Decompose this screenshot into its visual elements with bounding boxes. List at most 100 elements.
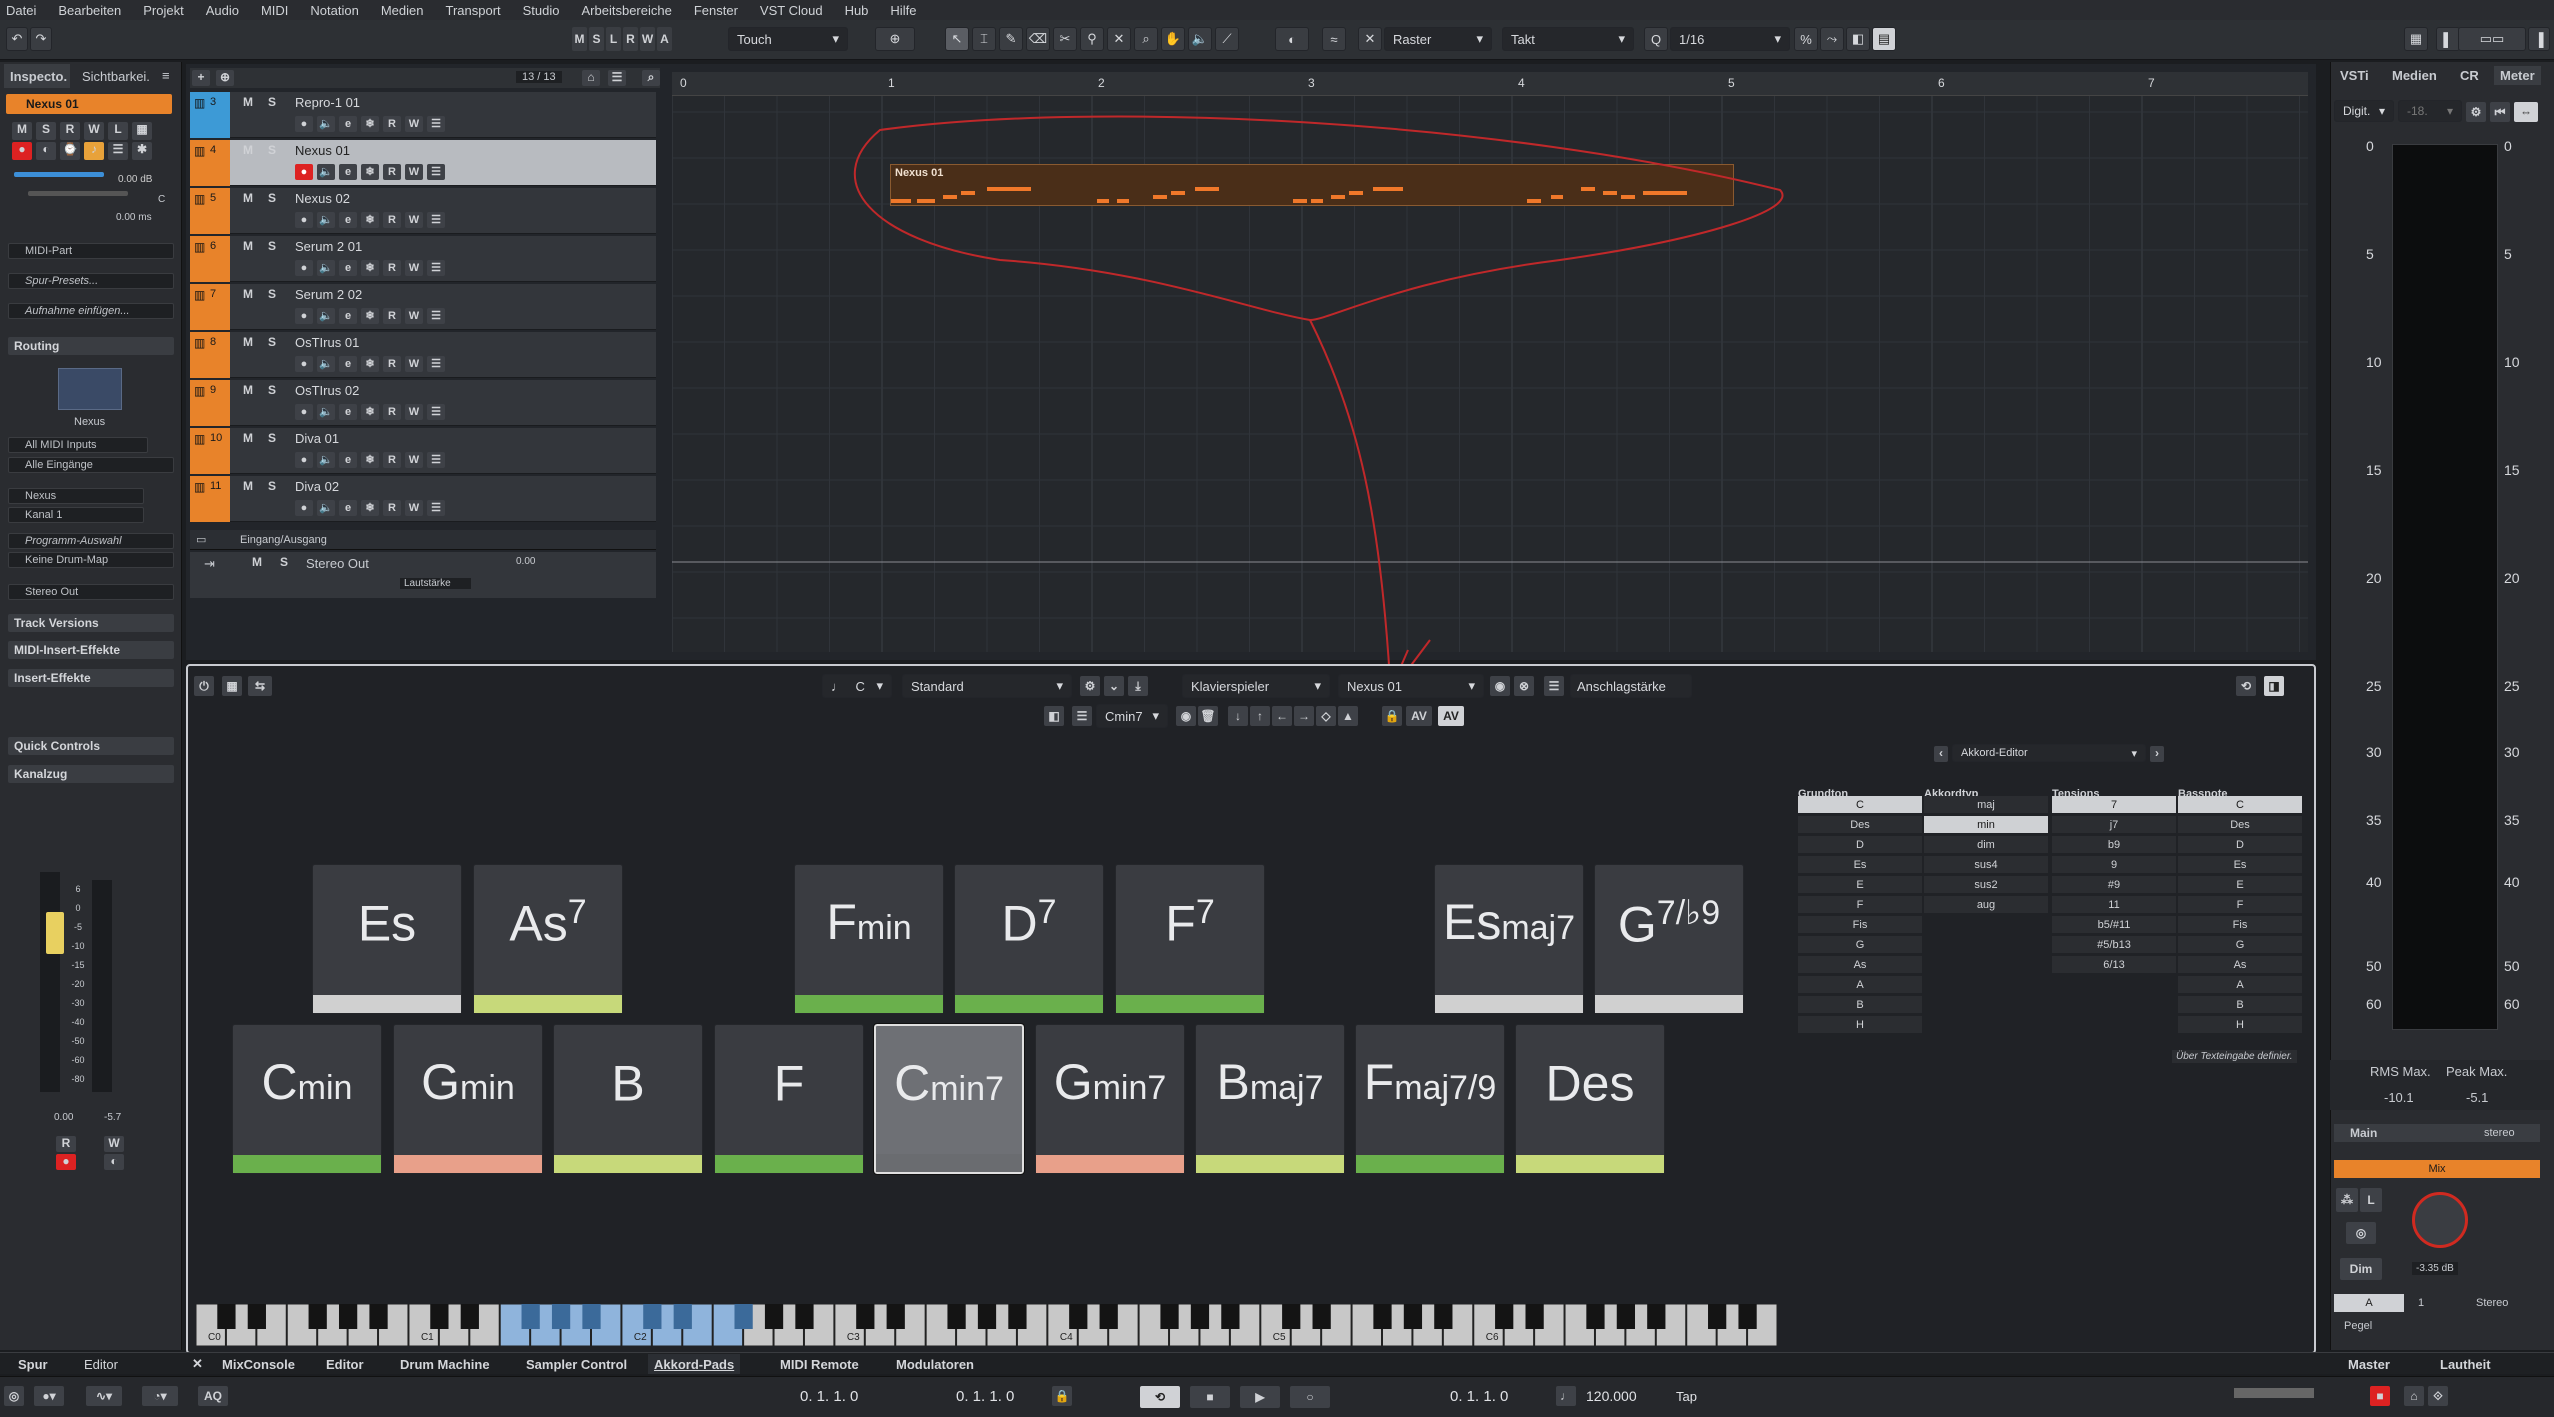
note-icon[interactable]: ♪ [84,142,104,160]
metronome-icon[interactable]: ◔▾ [142,1386,178,1406]
monitor-button[interactable]: 🔈 [317,116,335,132]
right-tab[interactable]: Medien [2386,66,2443,85]
record-capture-icon[interactable]: ◉ [1490,676,1510,696]
menu-item[interactable]: Transport [445,3,500,18]
chord-pad[interactable]: Gmin [393,1024,543,1174]
record-enable-button[interactable]: ● [295,308,313,324]
midi-note[interactable] [917,199,935,203]
chord-pad[interactable]: B [553,1024,703,1174]
search-icon[interactable]: ⌕ [642,70,660,86]
monitor-button[interactable]: 🔈 [317,404,335,420]
show-left-zone-icon[interactable]: ▌ [2436,27,2460,51]
midi-note[interactable] [1331,195,1345,199]
meter-mode-select[interactable]: Digit. ▾ [2334,100,2394,122]
channel-a-button[interactable]: A [2334,1294,2404,1312]
mode-button[interactable]: A [657,27,672,51]
quantize-icon[interactable]: Q [1644,27,1668,51]
track-row[interactable]: ▥ 5 M S Nexus 02 ● 🔈 e ❄ R W ☰ [190,188,656,234]
panel-icon[interactable]: ◨ [2264,676,2284,696]
chord-pad[interactable]: Des [1515,1024,1665,1174]
lanes-button[interactable]: ☰ [427,308,445,324]
line-tool-icon[interactable]: ⟋ [1215,27,1239,51]
reference-icon[interactable]: ◎ [2346,1222,2376,1244]
chord-editor-bassnote-option[interactable]: C [2178,796,2302,814]
chord-editor-bassnote-option[interactable]: H [2178,1016,2302,1034]
midi-note[interactable] [1581,187,1595,191]
lower-zone-tab[interactable]: Sampler Control [520,1354,633,1374]
mute-button[interactable]: M [243,431,253,445]
midi-note[interactable] [1171,191,1185,195]
settings-gear-icon[interactable]: ⚙ [1080,676,1100,696]
reset-icon[interactable]: ⏮ [2490,102,2510,122]
mute-tool-icon[interactable]: ✕ [1107,27,1131,51]
right-tab[interactable]: CR [2454,66,2485,85]
solo-button[interactable]: S [268,95,276,109]
snap-toggle-icon[interactable]: ≈ [1322,27,1346,51]
import-icon[interactable]: ⤓ [1128,676,1148,696]
track-presets-select[interactable]: Spur-Presets... [8,273,174,289]
midi-part-select[interactable]: MIDI-Part [8,243,174,259]
menu-item[interactable]: Arbeitsbereiche [582,3,672,18]
mute-button[interactable]: M [243,287,253,301]
monitor-button[interactable]: 🔈 [317,308,335,324]
chord-editor-tensions-option[interactable]: #5/b13 [2052,936,2176,954]
monitor-button[interactable]: ◐ [36,142,56,160]
chord-editor-bassnote-option[interactable]: G [2178,936,2302,954]
lower-zone-tab[interactable]: Modulatoren [890,1354,980,1374]
record-enable-button[interactable]: ● [295,212,313,228]
chord-editor-bassnote-option[interactable]: As [2178,956,2302,974]
right-bottom-tab[interactable]: Lautheit [2434,1354,2497,1374]
lanes-button[interactable]: ☰ [427,116,445,132]
chord-pad[interactable]: F [714,1024,864,1174]
chord-editor-akkordtyp-option[interactable]: maj [1924,796,2048,814]
chord-pad[interactable]: Gmin7 [1035,1024,1185,1174]
midi-note[interactable] [1551,195,1563,199]
menu-item[interactable]: Hub [845,3,869,18]
freeze-button[interactable]: ❄ [361,452,379,468]
tempo-track-icon[interactable]: ♩ [1556,1386,1576,1406]
lanes-button[interactable]: ☰ [427,404,445,420]
midi-note[interactable] [987,187,1031,191]
record-enable-button[interactable]: ● [295,260,313,276]
lanes-button[interactable]: ☰ [427,260,445,276]
chevron-left-icon[interactable]: ‹ [1934,746,1948,762]
folder-row[interactable]: ▭ Eingang/Ausgang [190,530,656,550]
mode-button[interactable]: W [640,27,655,51]
mode-button[interactable]: L [606,27,621,51]
write-button[interactable]: W [405,404,423,420]
lock-icon[interactable]: 🔒 [1052,1386,1072,1406]
freeze-button[interactable]: ❄ [361,260,379,276]
show-right-zone-icon[interactable]: ▐ [2528,27,2550,51]
chord-editor-akkordtyp-option[interactable]: sus4 [1924,856,2048,874]
write-button[interactable]: W [405,500,423,516]
edit-instrument-button[interactable]: e [339,404,357,420]
mute-button[interactable]: M [243,143,253,157]
mode-select[interactable]: Standard ▾ [902,674,1072,698]
chord-editor-akkordtyp-option[interactable]: min [1924,816,2048,834]
record-enable-button[interactable]: ● [295,356,313,372]
write-button[interactable]: W [405,116,423,132]
monitor-button[interactable]: 🔈 [317,260,335,276]
add-track-icon[interactable]: + [192,70,210,86]
section-insert-effects[interactable]: Insert-Effekte [8,669,174,687]
solo-button[interactable]: S [268,287,276,301]
edit-instrument-button[interactable]: e [339,500,357,516]
record-enable-button[interactable]: ● [295,452,313,468]
add-folder-icon[interactable]: ⊕ [216,70,234,86]
voicing-button[interactable]: AV [1406,706,1432,726]
sync-icon[interactable]: ⟐ [2428,1386,2448,1406]
chord-editor-akkordtyp-option[interactable]: sus2 [1924,876,2048,894]
play-button[interactable]: ▶ [1240,1386,1280,1408]
zoom-tool-icon[interactable]: ⌕ [1134,27,1158,51]
target-track-select[interactable]: Nexus 01 ▾ [1338,674,1484,698]
midi-note[interactable] [1349,191,1363,195]
chord-editor-grundton-option[interactable]: H [1798,1016,1922,1034]
width-icon[interactable]: ⇔ [2514,102,2538,122]
read-button[interactable]: R [383,452,401,468]
chord-pad[interactable]: D7 [954,864,1104,1014]
mute-button[interactable]: M [243,191,253,205]
layout-icon[interactable]: ▤ [1872,27,1896,51]
lanes-button[interactable]: ☰ [427,356,445,372]
home-icon[interactable]: ⌂ [582,70,600,86]
program-select[interactable]: Programm-Auswahl [8,533,174,549]
